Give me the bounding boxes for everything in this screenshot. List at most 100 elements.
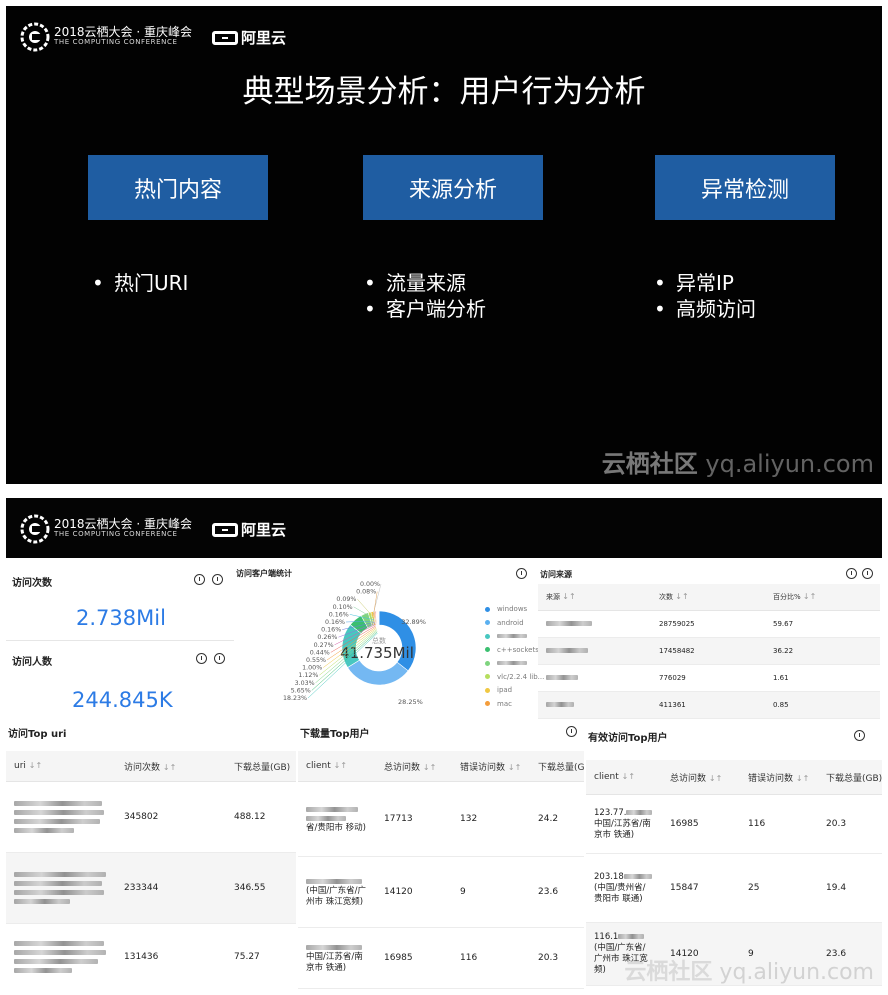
table-row[interactable]: 17458482 36.22	[538, 637, 880, 665]
top-download-title: 下载量Top用户	[300, 729, 370, 740]
donut-slice-label: 0.10%	[333, 604, 353, 611]
donut-slice-label: 3.03%	[295, 680, 315, 687]
donut-slice-label: 18.23%	[283, 695, 307, 702]
donut-slice-label: 0.09%	[336, 596, 356, 603]
legend-label: android	[497, 618, 524, 627]
table-header: 来源 ↓↑ 次数 ↓↑ 百分比% ↓↑	[538, 584, 880, 611]
donut-slice-label: 0.55%	[306, 657, 326, 664]
legend-item[interactable]: mac	[485, 700, 512, 708]
donut-slice-label: 0.16%	[321, 627, 341, 634]
legend-dot	[485, 620, 490, 625]
watermark: 云栖社区 yq.aliyun.com	[601, 450, 874, 478]
table-header: client ↓↑ 总访问数 ↓↑ 错误访问数 ↓↑ 下载总量(GB)	[586, 760, 882, 795]
aliyun-logo: 阿里云	[212, 27, 286, 48]
donut-slice-label: 0.27%	[314, 642, 334, 649]
col-errors[interactable]: 错误访问数 ↓↑	[740, 760, 818, 795]
col-client[interactable]: client ↓↑	[586, 760, 662, 795]
visits-value: 2.738Mil	[76, 606, 166, 630]
aliyun-logo: 阿里云	[212, 519, 286, 540]
slide-user-behavior-overview: 2018云栖大会 · 重庆峰会 THE COMPUTING CONFERENCE…	[6, 6, 882, 484]
table-row[interactable]: 28759025 59.67	[538, 610, 880, 638]
table-row[interactable]: 中国/江苏省/南京市 铁通) 16985 116 20.3	[298, 927, 584, 989]
table-row[interactable]: 345802 488.12	[6, 781, 296, 853]
clock-icon[interactable]	[214, 653, 225, 664]
col-source[interactable]: 来源 ↓↑	[538, 584, 651, 611]
col-count[interactable]: 次数 ↓↑	[651, 584, 765, 611]
legend-item[interactable]: windows	[485, 605, 527, 613]
table-row[interactable]: 123.77. 中国/江苏省/南京市 铁通) 16985 116 20.3	[586, 794, 882, 854]
zoom-icon[interactable]	[566, 726, 577, 737]
col-gb[interactable]: 下载总量(G	[530, 751, 584, 782]
legend-dot	[485, 647, 490, 652]
donut-slice-label: 5.65%	[291, 687, 311, 694]
conference-subtitle: THE COMPUTING CONFERENCE	[54, 530, 178, 538]
zoom-icon[interactable]	[194, 574, 205, 585]
legend-item[interactable]: vlc/2.2.4 lib...	[485, 673, 544, 681]
visitors-value: 244.845K	[72, 688, 173, 712]
donut-slice-label: 0.00%	[360, 581, 380, 588]
table-row[interactable]: 776029 1.61	[538, 664, 880, 692]
col-percent[interactable]: 百分比% ↓↑	[765, 584, 880, 611]
bullet-item: 流量来源	[364, 270, 486, 296]
client-donut-chart: 总数41.735Mil0.00%0.08%0.09%0.10%0.16%0.16…	[283, 581, 426, 706]
zoom-icon[interactable]	[846, 568, 857, 579]
col-client[interactable]: client ↓↑	[298, 751, 376, 782]
clock-icon[interactable]	[862, 568, 873, 579]
donut-slice-label: 0.44%	[310, 649, 330, 656]
table-row[interactable]: (中国/广东省/广州市 珠江宽频) 14120 9 23.6	[298, 856, 584, 928]
bullets-hot-content: 热门URI	[92, 270, 188, 296]
zoom-icon[interactable]	[854, 730, 865, 741]
table-header: uri ↓↑ 访问次数 ↓↑ 下载总量(GB)	[6, 751, 296, 782]
col-total[interactable]: 总访问数 ↓↑	[662, 760, 740, 795]
col-uri[interactable]: uri ↓↑	[6, 751, 116, 782]
legend-dot	[485, 701, 490, 706]
legend-item[interactable]: ipad	[485, 686, 512, 694]
legend-item[interactable]: c++sockets/	[485, 646, 541, 654]
donut-slice-label: 0.08%	[356, 589, 376, 596]
legend-label: mac	[497, 699, 512, 708]
table-row[interactable]: 省/贵阳市 移动) 17713 132 24.2	[298, 781, 584, 857]
watermark: 云栖社区 yq.aliyun.com	[624, 960, 874, 985]
bullet-item: 热门URI	[92, 270, 188, 296]
legend-label: ipad	[497, 686, 513, 694]
legend-label: c++sockets/	[497, 645, 542, 654]
clock-icon[interactable]	[212, 574, 223, 585]
bullet-item: 高频访问	[654, 296, 756, 322]
conference-logo: 2018云栖大会 · 重庆峰会 THE COMPUTING CONFERENCE…	[20, 21, 286, 53]
sources-title: 访问来源	[540, 570, 572, 579]
legend-label: windows	[497, 605, 528, 613]
table-row[interactable]: 233344 346.55	[6, 852, 296, 924]
zoom-icon[interactable]	[196, 653, 207, 664]
legend-item[interactable]	[485, 632, 527, 640]
col-total[interactable]: 总访问数 ↓↑	[376, 751, 452, 782]
col-gb[interactable]: 下载总量(GB)	[226, 751, 296, 782]
legend-item[interactable]	[485, 659, 527, 667]
donut-slice[interactable]	[347, 659, 409, 686]
cloud-conference-icon	[20, 514, 50, 544]
bullets-anomaly-detection: 异常IP 高频访问	[654, 270, 756, 322]
table-row[interactable]: 411361 0.85	[538, 691, 880, 719]
legend-item[interactable]: android	[485, 619, 524, 627]
zoom-icon[interactable]	[516, 568, 527, 579]
col-errors[interactable]: 错误访问数 ↓↑	[452, 751, 530, 782]
col-visits[interactable]: 访问次数 ↓↑	[116, 751, 226, 782]
col-gb[interactable]: 下载总量(GB)	[818, 760, 882, 795]
slide-dashboard: 2018云栖大会 · 重庆峰会 THE COMPUTING CONFERENCE…	[6, 498, 882, 990]
table-row[interactable]: 203.18 (中国/贵州省/贵阳市 联通) 15847 25 19.4	[586, 853, 882, 923]
visits-title: 访问次数	[12, 578, 52, 589]
donut-slice-label: 32.89%	[401, 618, 426, 626]
legend-dot	[485, 674, 490, 679]
bullets-source-analysis: 流量来源 客户端分析	[364, 270, 486, 322]
top-uri-table: uri ↓↑ 访问次数 ↓↑ 下载总量(GB) 345802 488.12 233…	[6, 751, 296, 990]
aliyun-mark-icon	[212, 30, 238, 45]
legend-dot	[485, 687, 490, 693]
sources-table: 来源 ↓↑ 次数 ↓↑ 百分比% ↓↑ 28759025 59.67 174584…	[538, 584, 880, 719]
donut-slice-label: 0.26%	[317, 634, 337, 641]
table-header: client ↓↑ 总访问数 ↓↑ 错误访问数 ↓↑ 下载总量(G	[298, 751, 584, 782]
legend-dot	[485, 606, 490, 612]
table-row[interactable]: 131436 75.27	[6, 923, 296, 990]
bullet-item: 客户端分析	[364, 296, 486, 322]
conference-logo: 2018云栖大会 · 重庆峰会 THE COMPUTING CONFERENCE…	[20, 513, 286, 545]
conference-subtitle: THE COMPUTING CONFERENCE	[54, 38, 178, 46]
top-valid-table: client ↓↑ 总访问数 ↓↑ 错误访问数 ↓↑ 下载总量(GB) 123.…	[586, 760, 882, 986]
